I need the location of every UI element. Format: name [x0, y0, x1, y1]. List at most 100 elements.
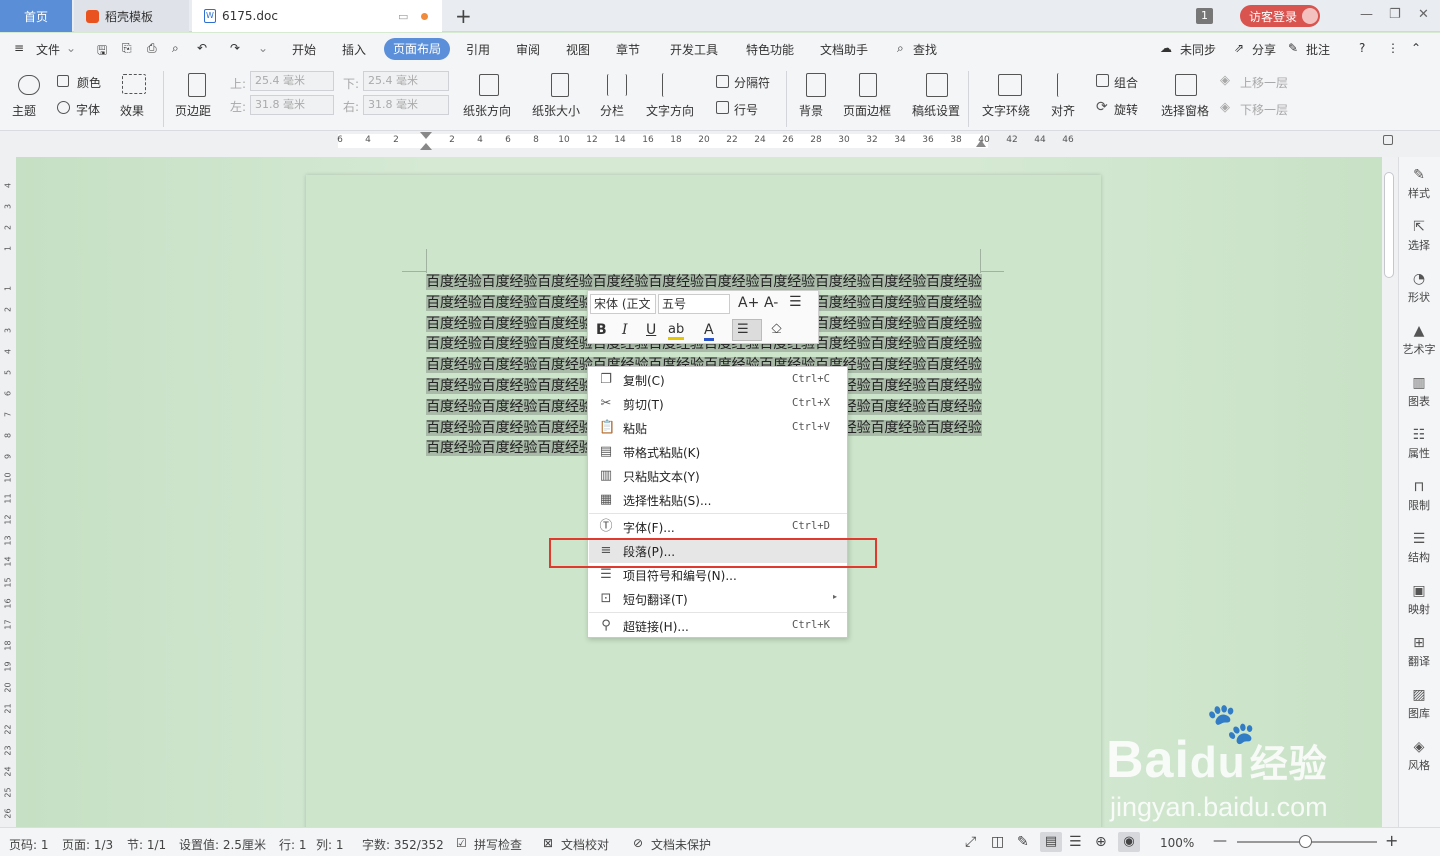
- window-count-badge[interactable]: 1: [1196, 8, 1213, 24]
- panel-mapping[interactable]: ▣ 映射: [1399, 583, 1439, 617]
- bold-button[interactable]: B: [596, 322, 607, 338]
- page-border-icon[interactable]: [859, 73, 877, 97]
- menu-copy[interactable]: ❐ 复制(C) Ctrl+C: [589, 368, 847, 392]
- text-direction-icon[interactable]: [662, 73, 684, 97]
- minimize-icon[interactable]: —: [1360, 7, 1373, 22]
- orientation-button[interactable]: 纸张方向: [463, 102, 511, 119]
- status-word-count[interactable]: 字数: 352/352: [362, 836, 444, 853]
- menu-insert[interactable]: 插入: [342, 41, 366, 58]
- draft-paper-button[interactable]: 稿纸设置: [912, 102, 960, 119]
- print-preview-icon[interactable]: ⌕: [172, 41, 179, 56]
- cloud-sync-icon[interactable]: ☁: [1160, 41, 1172, 55]
- highlight-button[interactable]: ab: [668, 322, 685, 340]
- menu-start[interactable]: 开始: [292, 41, 316, 58]
- selection-pane-icon[interactable]: [1175, 74, 1197, 96]
- bring-forward-button[interactable]: 上移一层: [1240, 74, 1288, 91]
- monitor-icon[interactable]: ▭: [398, 10, 408, 23]
- bottom-margin-input[interactable]: 25.4 毫米: [363, 71, 449, 91]
- background-button[interactable]: 背景: [799, 102, 823, 119]
- orientation-icon[interactable]: [479, 74, 499, 96]
- tab-home[interactable]: 首页: [0, 0, 72, 32]
- theme-button[interactable]: 主题: [12, 102, 36, 119]
- panel-translate[interactable]: ⊞ 翻译: [1399, 635, 1439, 669]
- menu-paste[interactable]: 📋 粘贴 Ctrl+V: [589, 416, 847, 440]
- print-icon[interactable]: ⎙: [147, 41, 157, 56]
- first-line-indent-marker[interactable]: [420, 132, 432, 139]
- margins-icon[interactable]: [188, 73, 206, 97]
- comment-icon[interactable]: ✎: [1288, 41, 1298, 55]
- right-margin-input[interactable]: 31.8 毫米: [363, 95, 449, 115]
- selection-pane-button[interactable]: 选择窗格: [1161, 102, 1209, 119]
- page-view-icon[interactable]: ▤: [1040, 832, 1062, 852]
- text-wrap-button[interactable]: 文字环绕: [982, 102, 1030, 119]
- status-column[interactable]: 列: 1: [316, 836, 344, 853]
- grow-font-button[interactable]: A+: [738, 295, 759, 311]
- menu-search[interactable]: 查找: [913, 41, 937, 58]
- menu-developer[interactable]: 开发工具: [670, 41, 718, 58]
- menu-paste-text-only[interactable]: ▥ 只粘贴文本(Y): [589, 464, 847, 488]
- left-margin-input[interactable]: 31.8 毫米: [250, 95, 334, 115]
- group-button[interactable]: 组合: [1114, 74, 1138, 91]
- menu-paste-special[interactable]: ▦ 选择性粘贴(S)...: [589, 488, 847, 512]
- tab-docer-templates[interactable]: 稻壳模板: [74, 0, 189, 32]
- panel-chart[interactable]: ▥ 图表: [1399, 375, 1439, 409]
- redo-icon[interactable]: ↷: [230, 41, 240, 55]
- search-icon[interactable]: ⌕: [897, 41, 904, 56]
- panel-styles[interactable]: ✎ 样式: [1399, 167, 1439, 201]
- close-icon[interactable]: ✕: [1418, 7, 1429, 22]
- menu-translate[interactable]: ⊡ 短句翻译(T) ▸: [589, 587, 847, 611]
- font-name-select[interactable]: 宋体 (正文: [590, 294, 656, 314]
- edit-mode-icon[interactable]: ✎: [1017, 834, 1029, 850]
- menu-doc-assistant[interactable]: 文档助手: [820, 41, 868, 58]
- effects-icon[interactable]: [122, 74, 146, 94]
- line-numbers-button[interactable]: 行号: [734, 101, 758, 118]
- menu-file[interactable]: 文件: [36, 41, 60, 58]
- columns-icon[interactable]: [607, 74, 627, 96]
- send-backward-button[interactable]: 下移一层: [1240, 101, 1288, 118]
- export-icon[interactable]: ⎘: [122, 41, 132, 56]
- menu-page-layout[interactable]: 页面布局: [384, 38, 450, 60]
- status-setting-value[interactable]: 设置值: 2.5厘米: [179, 836, 266, 853]
- text-direction-button[interactable]: 文字方向: [646, 102, 694, 119]
- zoom-level[interactable]: 100%: [1160, 836, 1194, 850]
- panel-properties[interactable]: ☷ 属性: [1399, 427, 1439, 461]
- share-button[interactable]: 分享: [1252, 41, 1276, 58]
- new-tab-plus-icon[interactable]: +: [455, 4, 472, 28]
- effects-button[interactable]: 效果: [120, 102, 144, 119]
- panel-wordart[interactable]: ▲ 艺术字: [1399, 323, 1439, 357]
- spell-check-button[interactable]: 拼写检查: [474, 836, 522, 853]
- right-indent-marker[interactable]: [976, 140, 986, 147]
- text-wrap-icon[interactable]: [998, 74, 1022, 96]
- zoom-out-icon[interactable]: —: [1213, 833, 1227, 849]
- panel-structure[interactable]: ☰ 结构: [1399, 531, 1439, 565]
- chevron-down-icon[interactable]: ⌄: [66, 41, 76, 55]
- sync-status[interactable]: 未同步: [1180, 41, 1216, 58]
- menu-review[interactable]: 审阅: [516, 41, 540, 58]
- restore-icon[interactable]: ❐: [1389, 7, 1401, 22]
- font-color-button[interactable]: A: [704, 322, 714, 341]
- separator-button[interactable]: 分隔符: [734, 74, 770, 91]
- align-button[interactable]: 对齐: [1051, 102, 1075, 119]
- guest-login-button[interactable]: 访客登录: [1240, 5, 1320, 27]
- menu-paste-with-format[interactable]: ▤ 带格式粘贴(K): [589, 440, 847, 464]
- paper-size-button[interactable]: 纸张大小: [532, 102, 580, 119]
- margins-button[interactable]: 页边距: [175, 102, 211, 119]
- help-icon[interactable]: ?: [1359, 41, 1365, 55]
- zoom-slider-handle[interactable]: [1299, 835, 1312, 848]
- align-dropdown-button[interactable]: ☰: [732, 319, 762, 341]
- top-margin-input[interactable]: 25.4 毫米: [250, 71, 334, 91]
- doc-proof-button[interactable]: 文档校对: [561, 836, 609, 853]
- status-row[interactable]: 行: 1: [279, 836, 307, 853]
- menu-chapter[interactable]: 章节: [616, 41, 640, 58]
- page-border-button[interactable]: 页面边框: [843, 102, 891, 119]
- color-button[interactable]: 颜色: [77, 74, 101, 91]
- columns-button[interactable]: 分栏: [600, 102, 624, 119]
- scrollbar-thumb[interactable]: [1384, 172, 1394, 278]
- web-view-icon[interactable]: ⊕: [1095, 834, 1107, 850]
- save-icon[interactable]: 🖫: [97, 41, 107, 62]
- quick-access-more-icon[interactable]: ⌄: [258, 41, 268, 55]
- italic-button[interactable]: I: [622, 322, 628, 338]
- menu-font[interactable]: Ⓣ 字体(F)... Ctrl+D: [589, 515, 847, 539]
- tab-document[interactable]: W 6175.doc ▭: [192, 0, 442, 32]
- panel-restrict[interactable]: ⊓ 限制: [1399, 479, 1439, 513]
